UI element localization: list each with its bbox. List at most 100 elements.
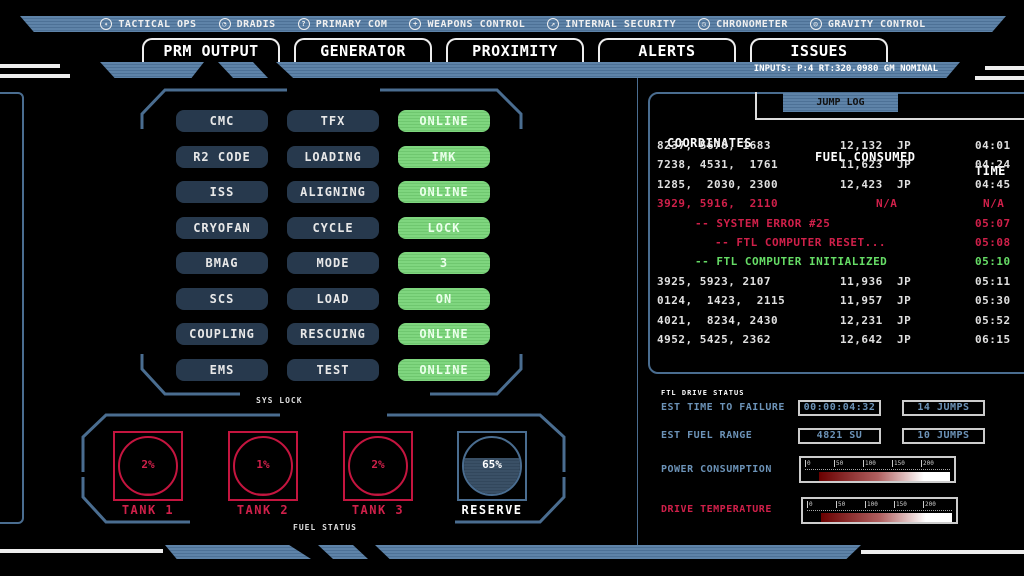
nav-dradis[interactable]: ◔ DRADIS bbox=[218, 18, 276, 30]
tab-prm-output[interactable]: PRM OUTPUT bbox=[142, 38, 280, 63]
divider bbox=[975, 76, 1024, 80]
fuel: 11,623 bbox=[840, 158, 883, 172]
status-indicator[interactable]: 3 bbox=[398, 252, 490, 274]
tab-proximity[interactable]: PROXIMITY bbox=[446, 38, 584, 63]
status-indicator[interactable]: ONLINE bbox=[398, 110, 490, 132]
log-row: 8237, 5678, 1683 12,132 JP 04:01 bbox=[657, 136, 1017, 155]
fuel: 11,957 bbox=[840, 294, 883, 308]
log-row: 1285, 2030, 2300 12,423 JP 04:45 bbox=[657, 175, 1017, 194]
tab-issues[interactable]: ISSUES bbox=[750, 38, 888, 63]
status-indicator[interactable]: ON bbox=[398, 288, 490, 310]
system-button[interactable]: LOAD bbox=[287, 288, 379, 310]
footer-bar-segment bbox=[318, 545, 368, 559]
system-button[interactable]: EMS bbox=[176, 359, 268, 381]
nav-label: PRIMARY COM bbox=[315, 18, 388, 30]
time: 05:08 bbox=[975, 235, 1011, 249]
status-indicator[interactable]: LOCK bbox=[398, 217, 490, 239]
divider bbox=[0, 74, 70, 78]
nav-chronometer[interactable]: ◷ CHRONOMETER bbox=[698, 18, 788, 30]
temp-gauge: 0 50 100 150 200 bbox=[801, 497, 958, 524]
system-button[interactable]: COUPLING bbox=[176, 323, 268, 345]
system-button[interactable]: LOADING bbox=[287, 146, 379, 168]
status-indicator[interactable]: ONLINE bbox=[398, 359, 490, 381]
coords: 0124, 1423, 2115 bbox=[657, 294, 786, 308]
footer-bar bbox=[375, 545, 861, 559]
system-button[interactable]: CYCLE bbox=[287, 217, 379, 239]
power-gauge: 0 50 100 150 200 bbox=[799, 456, 956, 483]
clock-icon: ◷ bbox=[698, 18, 711, 30]
gravity-icon: ◎ bbox=[809, 18, 822, 30]
tab-generator[interactable]: GENERATOR bbox=[294, 38, 432, 63]
system-button[interactable]: MODE bbox=[287, 252, 379, 274]
time: N/A bbox=[983, 197, 1005, 211]
scale-tick: 150 bbox=[894, 501, 907, 508]
nav-primary-com[interactable]: ? PRIMARY COM bbox=[297, 18, 388, 30]
unit: JP bbox=[897, 158, 912, 172]
log-row: -- FTL COMPUTER RESET... 05:08 bbox=[657, 233, 1017, 252]
temp-label: DRIVE TEMPERATURE bbox=[661, 504, 772, 515]
divider bbox=[0, 549, 163, 553]
tab-alerts[interactable]: ALERTS bbox=[598, 38, 736, 63]
nav-weapons-control[interactable]: + WEAPONS CONTROL bbox=[409, 18, 525, 30]
tactical-icon: ✦ bbox=[100, 18, 113, 30]
sys-lock-label: SYS LOCK bbox=[256, 396, 303, 405]
divider bbox=[637, 78, 638, 545]
system-button[interactable]: RESCUING bbox=[287, 323, 379, 345]
system-button[interactable]: CMC bbox=[176, 110, 268, 132]
system-button[interactable]: TEST bbox=[287, 359, 379, 381]
power-label: POWER CONSUMPTION bbox=[661, 464, 772, 475]
unit: JP bbox=[897, 313, 912, 327]
divider bbox=[985, 66, 1024, 70]
nav-label: DRADIS bbox=[236, 18, 276, 30]
fuel: 12,231 bbox=[840, 313, 883, 327]
crosshair-icon: + bbox=[409, 18, 422, 30]
system-button[interactable]: TFX bbox=[287, 110, 379, 132]
system-button[interactable]: ISS bbox=[176, 181, 268, 203]
unit: JP bbox=[897, 332, 912, 346]
nav-internal-security[interactable]: ↗ INTERNAL SECURITY bbox=[547, 18, 676, 30]
scale-tick: 200 bbox=[923, 501, 936, 508]
nav-label: GRAVITY CONTROL bbox=[827, 18, 926, 30]
fuel-tank-gauge: 2% bbox=[113, 431, 183, 501]
scale-tick: 100 bbox=[863, 460, 876, 467]
gauge-icon: ↗ bbox=[547, 18, 560, 30]
tank-percent: 1% bbox=[256, 458, 270, 471]
status-indicator[interactable]: IMK bbox=[398, 146, 490, 168]
tank-label: TANK 1 bbox=[121, 503, 175, 517]
tank-percent: 2% bbox=[141, 458, 155, 471]
time-jumps-value: 14 JUMPS bbox=[902, 400, 985, 416]
fuel: 12,423 bbox=[840, 177, 883, 191]
system-button[interactable]: R2 CODE bbox=[176, 146, 268, 168]
coords: 3929, 5916, 2110 bbox=[657, 197, 779, 211]
time: 06:15 bbox=[975, 332, 1011, 346]
log-row: -- SYSTEM ERROR #25 05:07 bbox=[657, 214, 1017, 233]
system-button[interactable]: CRYOFAN bbox=[176, 217, 268, 239]
fuel: 11,936 bbox=[840, 274, 883, 288]
header-bar-segment bbox=[100, 62, 204, 78]
time: 04:45 bbox=[975, 177, 1011, 191]
fuel-range-label: EST FUEL RANGE bbox=[661, 430, 753, 441]
unit: JP bbox=[897, 177, 912, 191]
jump-log-tab[interactable]: JUMP LOG bbox=[783, 93, 898, 112]
system-button[interactable]: BMAG bbox=[176, 252, 268, 274]
log-row: 3925, 5923, 2107 11,936 JP 05:11 bbox=[657, 272, 1017, 291]
tank-fill bbox=[235, 493, 291, 494]
time: 04:24 bbox=[975, 158, 1011, 172]
log-message: -- FTL COMPUTER INITIALIZED bbox=[695, 255, 888, 269]
system-button[interactable]: ALIGNING bbox=[287, 181, 379, 203]
tank-label: RESERVE bbox=[461, 503, 523, 517]
nav-gravity-control[interactable]: ◎ GRAVITY CONTROL bbox=[809, 18, 926, 30]
status-indicator[interactable]: ONLINE bbox=[398, 181, 490, 203]
scale-tick: 0 bbox=[805, 460, 811, 467]
system-button[interactable]: SCS bbox=[176, 288, 268, 310]
unit: JP bbox=[897, 139, 912, 152]
unit: JP bbox=[897, 274, 912, 288]
coords: 1285, 2030, 2300 bbox=[657, 177, 779, 191]
fuel: 12,642 bbox=[840, 332, 883, 346]
nav-label: TACTICAL OPS bbox=[118, 18, 197, 30]
nav-label: WEAPONS CONTROL bbox=[427, 18, 526, 30]
status-indicator[interactable]: ONLINE bbox=[398, 323, 490, 345]
coords: 3925, 5923, 2107 bbox=[657, 274, 771, 288]
tank-percent: 2% bbox=[371, 458, 385, 471]
nav-tactical-ops[interactable]: ✦ TACTICAL OPS bbox=[100, 18, 196, 30]
